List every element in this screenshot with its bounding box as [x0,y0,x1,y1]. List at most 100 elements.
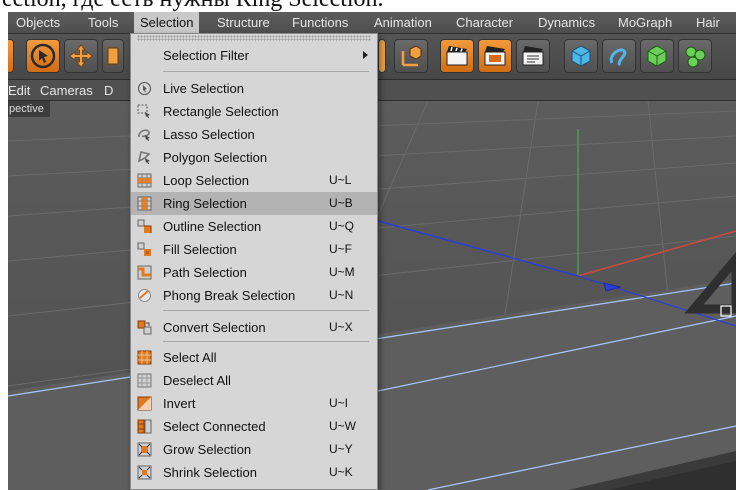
clapper-board-icon [446,46,468,66]
menu-item-label: Fill Selection [163,242,237,257]
menu-item-shortcut: U~M [329,265,355,279]
menu-item-shortcut: U~F [329,242,353,256]
grow-selection-icon [137,442,152,457]
menu-item-label: Grow Selection [163,442,252,457]
menu-item-shortcut: U~I [329,396,349,410]
menu-item-label: Polygon Selection [163,150,268,165]
render-picture-viewer-button[interactable] [478,39,512,73]
menu-item-shortcut: U~B [329,196,353,210]
select-connected-icon [137,419,152,434]
menu-item-label: Rectangle Selection [163,104,279,119]
submenu-arrow-icon [363,51,368,59]
menu-item-label: Deselect All [163,373,231,388]
menu-item-shortcut: U~K [329,465,353,479]
viewport-menu-edit[interactable]: Edit [8,80,30,101]
viewport-menu-cameras[interactable]: Cameras [40,80,93,101]
menu-item-label: Convert Selection [163,320,266,335]
menu-item-phong-break-selection[interactable]: Phong Break Selection U~N [131,284,377,307]
menu-item-select-all[interactable]: Select All [131,346,377,369]
viewport-label: pective [8,101,50,117]
menu-item-live-selection[interactable]: Live Selection [131,77,377,100]
menu-item-rectangle-selection[interactable]: Rectangle Selection [131,100,377,123]
menu-item-label: Selection Filter [163,48,249,63]
menu-item-shortcut: U~X [329,320,353,334]
menu-separator [163,310,369,311]
selection-cursor-icon [30,43,56,69]
menu-separator [163,341,369,342]
path-selection-icon [137,265,152,280]
menu-item-label: Live Selection [163,81,244,96]
menu-item-selection-filter[interactable]: Selection Filter [131,44,377,67]
rotate-tool-button[interactable] [378,39,386,73]
menu-item-lasso-selection[interactable]: Lasso Selection [131,123,377,146]
scale-icon [107,47,119,65]
menu-item-shrink-selection[interactable]: Shrink Selection U~K [131,461,377,484]
menu-item-label: Outline Selection [163,219,262,234]
render-settings-button[interactable] [516,39,550,73]
menu-tools[interactable]: Tools [82,12,124,34]
menu-tearoff-grip[interactable] [137,35,371,41]
invert-icon [137,396,152,411]
loop-selection-icon [137,173,152,188]
menu-item-label: Phong Break Selection [163,288,296,303]
cloner-icon [685,46,706,68]
render-view-button[interactable] [440,39,474,73]
menu-item-label: Invert [163,396,196,411]
menu-item-fill-selection[interactable]: Fill Selection U~F [131,238,377,261]
menu-item-deselect-all[interactable]: Deselect All [131,369,377,392]
menubar: Objects Tools Selection Structure Functi… [8,12,736,34]
caption-text: ection, где есть нужны Ring Selection. [2,0,384,12]
nurbs-button[interactable] [640,39,674,73]
polygon-selection-icon [137,151,151,164]
coordinate-system-button[interactable] [394,39,428,73]
menu-item-shortcut: U~N [329,288,354,302]
menu-item-label: Ring Selection [163,196,247,211]
deselect-all-icon [137,373,152,388]
undo-button[interactable] [8,39,14,73]
menu-item-shortcut: U~Y [329,442,353,456]
scale-tool-button[interactable] [102,39,124,73]
menu-item-grow-selection[interactable]: Grow Selection U~Y [131,438,377,461]
menu-item-loop-selection[interactable]: Loop Selection U~L [131,169,377,192]
menu-animation[interactable]: Animation [368,12,438,34]
menu-item-select-connected[interactable]: Select Connected U~W [131,415,377,438]
menu-mograph[interactable]: MoGraph [612,12,678,34]
menu-dynamics[interactable]: Dynamics [532,12,601,34]
live-selection-icon [137,81,152,96]
menu-selection[interactable]: Selection [134,12,200,34]
menu-item-shortcut: U~W [329,419,356,433]
cube-object-button[interactable] [564,39,598,73]
mograph-cloner-button[interactable] [678,39,712,73]
lasso-selection-icon [138,129,150,141]
clapper-picture-icon [484,46,506,66]
page-caption: ection, где есть нужны Ring Selection. [0,0,736,12]
viewport-menu-display[interactable]: D [104,80,113,101]
menu-item-polygon-selection[interactable]: Polygon Selection [131,146,377,169]
menu-functions[interactable]: Functions [286,12,354,34]
outline-selection-icon [137,219,152,233]
move-tool-button[interactable] [64,39,98,73]
spline-button[interactable] [602,39,636,73]
fill-selection-icon [137,242,151,256]
live-selection-tool-button[interactable] [26,39,60,73]
menu-item-label: Shrink Selection [163,465,257,480]
move-arrows-icon [69,44,93,68]
menu-item-path-selection[interactable]: Path Selection U~M [131,261,377,284]
cube-icon [571,45,591,67]
menu-item-label: Lasso Selection [163,127,255,142]
ring-selection-icon [137,196,152,211]
shrink-selection-icon [137,465,152,480]
menu-item-ring-selection[interactable]: Ring Selection U~B [131,192,377,215]
subdivision-cube-icon [647,45,667,67]
menu-character[interactable]: Character [450,12,519,34]
menu-structure[interactable]: Structure [211,12,276,34]
menu-hair[interactable]: Hair [690,12,726,34]
menu-objects[interactable]: Objects [10,12,66,34]
convert-selection-icon [137,320,152,335]
menu-item-outline-selection[interactable]: Outline Selection U~Q [131,215,377,238]
select-all-icon [137,350,152,365]
menu-item-invert[interactable]: Invert U~I [131,392,377,415]
menu-item-convert-selection[interactable]: Convert Selection U~X [131,316,377,339]
menu-item-label: Path Selection [163,265,247,280]
menu-item-label: Select Connected [163,419,266,434]
